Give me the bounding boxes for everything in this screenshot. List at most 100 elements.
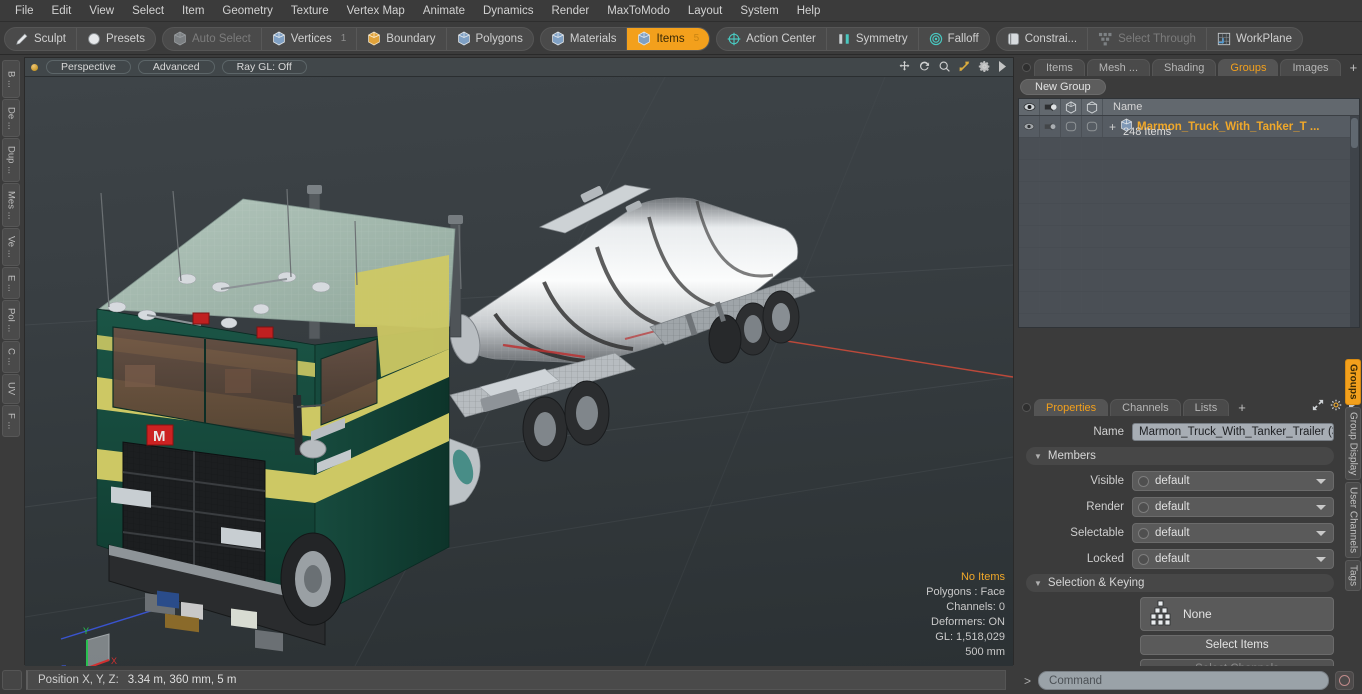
toolbar-button-label: Polygons [475, 32, 523, 45]
toolbar-button-select-through: Select Through [1088, 27, 1207, 50]
row-eye-icon[interactable] [1019, 116, 1040, 137]
render-icon[interactable] [1040, 99, 1061, 115]
eye-icon[interactable] [1019, 99, 1040, 115]
viewport[interactable]: Perspective Advanced Ray GL: Off M Y X N… [24, 57, 1014, 666]
command-input[interactable]: Command [1038, 671, 1329, 690]
wireframe-icon-1[interactable] [1061, 99, 1082, 115]
row-wireframe-toggle-2[interactable] [1082, 116, 1103, 137]
rotate-icon[interactable] [918, 60, 931, 76]
viewport-chip-perspective[interactable]: Perspective [46, 60, 131, 74]
menu-item-maxtomodo[interactable]: MaxToModo [598, 1, 679, 21]
gear-icon[interactable] [1330, 399, 1342, 414]
locked-dropdown[interactable]: default [1132, 549, 1334, 569]
toolbar-button-constrai[interactable]: Constrai... [997, 27, 1089, 50]
menu-item-system[interactable]: System [731, 1, 787, 21]
left-tab-3[interactable]: Mes ... [2, 183, 20, 227]
tab-channels[interactable]: Channels [1110, 399, 1181, 416]
menu-item-dynamics[interactable]: Dynamics [474, 1, 542, 21]
members-section-header[interactable]: ▼ Members [1026, 447, 1334, 465]
left-tab-6[interactable]: Pol ... [2, 300, 20, 340]
left-tab-8[interactable]: UV [2, 374, 20, 404]
empty-rows [1019, 138, 1359, 314]
toolbar-button-falloff[interactable]: Falloff [919, 28, 989, 50]
left-tab-2[interactable]: Dup ... [2, 138, 20, 182]
side-tab-tags[interactable]: Tags [1345, 560, 1361, 592]
menu-item-item[interactable]: Item [173, 1, 213, 21]
side-tab-group-display[interactable]: Group Display [1345, 406, 1361, 480]
menu-item-select[interactable]: Select [123, 1, 173, 21]
tab-properties[interactable]: Properties [1034, 399, 1109, 416]
toolbar-button-action-center[interactable]: Action Center [717, 27, 827, 50]
selection-set-field[interactable]: None [1140, 597, 1334, 631]
new-group-button[interactable]: New Group [1020, 79, 1106, 95]
toolbar-button-sculpt[interactable]: Sculpt [5, 27, 77, 50]
toolbar-button-workplane[interactable]: WorkPlane [1207, 28, 1302, 50]
tab-lists[interactable]: Lists [1182, 399, 1230, 416]
menu-item-layout[interactable]: Layout [679, 1, 732, 21]
left-tab-0[interactable]: B ... [2, 60, 20, 98]
expander-icon[interactable]: + [1109, 121, 1116, 133]
tab-add[interactable]: + [1231, 400, 1253, 416]
toolbar-button-materials[interactable]: Materials [541, 27, 628, 50]
tab-groups[interactable]: Groups [1218, 59, 1279, 76]
tanker-trailer [449, 184, 816, 364]
side-tab-user-channels[interactable]: User Channels [1345, 481, 1361, 559]
tab-items[interactable]: Items [1034, 59, 1085, 76]
select-items-button[interactable]: Select Items [1140, 635, 1334, 655]
move-icon[interactable] [898, 60, 911, 76]
toolbar-button-boundary[interactable]: Boundary [357, 27, 447, 50]
render-dropdown[interactable]: default [1132, 497, 1334, 517]
side-tab-groups[interactable]: Groups [1345, 359, 1361, 405]
name-field[interactable]: Marmon_Truck_With_Tanker_Trailer (3 [1132, 423, 1334, 441]
toolbar-button-presets[interactable]: Presets [77, 28, 155, 50]
expand-icon[interactable] [1312, 399, 1324, 414]
menu-item-help[interactable]: Help [788, 1, 830, 21]
row-render-icon[interactable] [1040, 116, 1061, 137]
menu-item-vertex-map[interactable]: Vertex Map [338, 1, 414, 21]
tab-mesh[interactable]: Mesh ... [1086, 59, 1151, 76]
toggle-circle-icon[interactable] [1138, 553, 1149, 565]
menu-item-edit[interactable]: Edit [43, 1, 81, 21]
fit-icon[interactable] [958, 60, 971, 76]
toolbar-button-polygons[interactable]: Polygons [447, 28, 533, 50]
left-tab-9[interactable]: F ... [2, 405, 20, 437]
tool-corner-button[interactable] [2, 670, 22, 690]
chevron-down-icon [1316, 531, 1326, 536]
gear-icon[interactable] [978, 60, 991, 76]
left-tab-1[interactable]: De ... [2, 99, 20, 137]
zoom-icon[interactable] [938, 60, 951, 76]
left-tab-7[interactable]: C ... [2, 341, 20, 373]
menu-item-animate[interactable]: Animate [414, 1, 474, 21]
toggle-circle-icon[interactable] [1138, 527, 1149, 539]
toolbar-button-items[interactable]: Items 5 [627, 27, 710, 50]
toggle-circle-icon[interactable] [1138, 501, 1149, 513]
menu-item-texture[interactable]: Texture [282, 1, 338, 21]
toolbar-button-vertices[interactable]: Vertices 1 [262, 27, 358, 50]
menu-item-render[interactable]: Render [542, 1, 598, 21]
row-wireframe-toggle-1[interactable] [1061, 116, 1082, 137]
cube-blue-icon [551, 31, 565, 46]
menu-item-file[interactable]: File [6, 1, 43, 21]
viewport-chip-raygl[interactable]: Ray GL: Off [221, 60, 307, 74]
viewport-canvas[interactable]: M Y X No Items Polygons: Face Channels:… [25, 77, 1013, 666]
viewport-menu-dot-icon[interactable] [31, 63, 38, 71]
left-tab-4[interactable]: Ve ... [2, 228, 20, 266]
wireframe-icon-2[interactable] [1082, 99, 1103, 115]
arrow-right-icon[interactable] [998, 61, 1007, 75]
command-record-button[interactable] [1335, 671, 1354, 690]
column-header-name: Name [1113, 101, 1143, 113]
group-list[interactable]: Name + Marmon_Truck_With_Tanker_T ... 24… [1018, 98, 1360, 328]
menu-item-view[interactable]: View [80, 1, 123, 21]
tab-images[interactable]: Images [1280, 59, 1341, 76]
left-tab-5[interactable]: E ... [2, 267, 20, 299]
svg-text:X: X [111, 656, 117, 666]
selectable-dropdown[interactable]: default [1132, 523, 1334, 543]
table-row[interactable]: + Marmon_Truck_With_Tanker_T ... [1019, 116, 1359, 138]
tab-shading[interactable]: Shading [1152, 59, 1217, 76]
viewport-chip-advanced[interactable]: Advanced [137, 60, 215, 74]
toolbar-button-symmetry[interactable]: Symmetry [827, 27, 919, 50]
visible-dropdown[interactable]: default [1132, 471, 1334, 491]
toggle-circle-icon[interactable] [1138, 475, 1149, 487]
selection-keying-section-header[interactable]: ▼ Selection & Keying [1026, 574, 1334, 592]
menu-item-geometry[interactable]: Geometry [213, 1, 282, 21]
